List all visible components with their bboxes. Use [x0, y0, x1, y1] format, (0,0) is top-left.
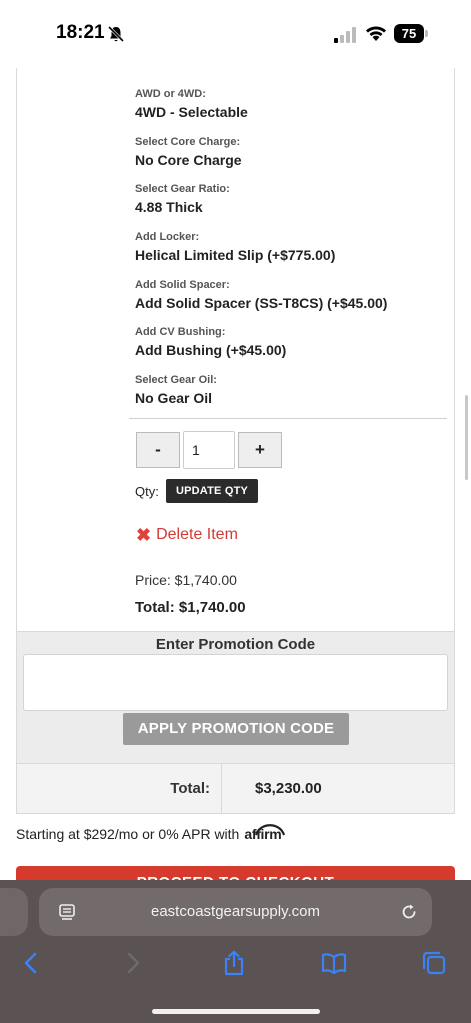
option-gear-ratio: Select Gear Ratio: 4.88 Thick — [135, 183, 230, 215]
option-value: 4WD - Selectable — [135, 104, 248, 120]
cart-total-label: Total: — [170, 780, 210, 797]
tabs-icon[interactable] — [421, 950, 447, 976]
battery-level: 75 — [394, 24, 424, 43]
reload-icon[interactable] — [399, 902, 419, 922]
delete-item-label: Delete Item — [156, 526, 238, 543]
home-indicator[interactable] — [152, 1009, 320, 1014]
option-value: No Gear Oil — [135, 390, 213, 406]
option-awd-4wd: AWD or 4WD: 4WD - Selectable — [135, 88, 248, 120]
item-divider — [129, 418, 447, 419]
option-value: No Core Charge — [135, 152, 242, 168]
option-core-charge: Select Core Charge: No Core Charge — [135, 136, 242, 168]
affirm-arc-icon — [255, 824, 286, 836]
option-value: Helical Limited Slip (+$775.00) — [135, 247, 336, 263]
address-bar[interactable]: eastcoastgearsupply.com — [39, 888, 432, 936]
option-value: Add Bushing (+$45.00) — [135, 342, 287, 358]
previous-tab-preview[interactable] — [0, 888, 28, 936]
item-total: Total: $1,740.00 — [135, 599, 246, 616]
qty-decrement-button[interactable]: - — [136, 432, 180, 468]
option-value: 4.88 Thick — [135, 199, 203, 215]
delete-x-icon: ✖ — [136, 525, 152, 545]
financing-message: Starting at $292/mo or 0% APR with affir… — [16, 824, 286, 842]
promo-section: Enter Promotion Code APPLY PROMOTION COD… — [17, 631, 454, 763]
battery-indicator: 75 — [394, 24, 428, 43]
option-cv-bushing: Add CV Bushing: Add Bushing (+$45.00) — [135, 326, 286, 358]
promo-code-input[interactable] — [23, 654, 448, 711]
share-icon[interactable] — [221, 950, 247, 976]
option-label: Add CV Bushing: — [135, 326, 226, 338]
option-gear-oil: Select Gear Oil: No Gear Oil — [135, 374, 217, 406]
option-locker: Add Locker: Helical Limited Slip (+$775.… — [135, 231, 335, 263]
cart-total-row: Total: $3,230.00 — [17, 763, 454, 814]
wifi-icon — [366, 26, 386, 41]
apply-promo-button[interactable]: APPLY PROMOTION CODE — [123, 713, 349, 745]
item-price: Price: $1,740.00 — [135, 572, 237, 588]
battery-tip — [425, 30, 428, 37]
option-solid-spacer: Add Solid Spacer: Add Solid Spacer (SS-T… — [135, 279, 387, 311]
option-label: Select Gear Ratio: — [135, 183, 230, 195]
back-icon[interactable] — [18, 950, 44, 976]
scroll-indicator[interactable] — [465, 395, 468, 480]
option-label: Add Solid Spacer: — [135, 279, 230, 291]
status-bar: 18:21 75 — [0, 0, 471, 68]
cellular-signal-icon — [334, 27, 356, 43]
bookmarks-icon[interactable] — [321, 950, 347, 976]
option-label: Select Core Charge: — [135, 136, 241, 148]
qty-increment-button[interactable]: + — [238, 432, 282, 468]
url-text: eastcoastgearsupply.com — [151, 903, 320, 920]
cart-total-separator — [221, 764, 222, 814]
promo-title: Enter Promotion Code — [155, 636, 316, 653]
qty-input[interactable]: 1 — [183, 431, 235, 469]
status-time: 18:21 — [56, 22, 105, 43]
option-label: Select Gear Oil: — [135, 374, 217, 386]
forward-icon[interactable] — [120, 950, 146, 976]
browser-toolbar: eastcoastgearsupply.com — [0, 880, 471, 1023]
option-value: Add Solid Spacer (SS-T8CS) (+$45.00) — [135, 295, 388, 311]
financing-text: Starting at $292/mo or 0% APR with — [16, 826, 240, 842]
cart-total-value: $3,230.00 — [255, 780, 322, 797]
page-content: Send Return Label AWD or 4WD: 4WD - Sele… — [0, 0, 471, 1023]
qty-label: Qty: — [135, 484, 159, 499]
affirm-logo[interactable]: affirm — [244, 824, 286, 842]
delete-item-link[interactable]: ✖ Delete Item — [136, 526, 238, 544]
update-qty-button[interactable]: UPDATE QTY — [166, 479, 258, 503]
bell-muted-icon — [107, 25, 125, 43]
option-label: Add Locker: — [135, 231, 200, 243]
option-label: AWD or 4WD: — [135, 88, 206, 100]
